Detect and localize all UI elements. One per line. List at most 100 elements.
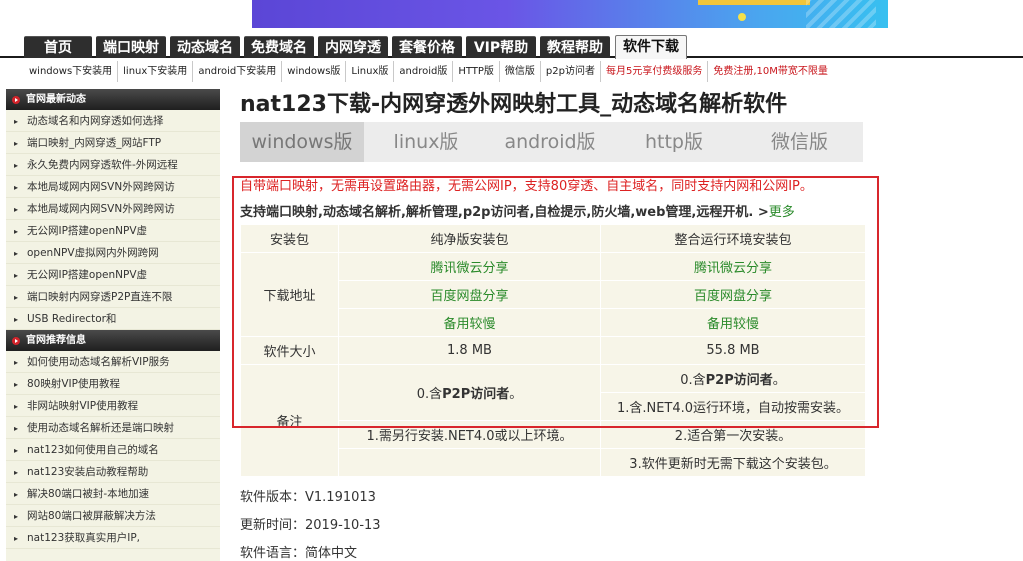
note-integrated-3: 3.软件更新时无需下载这个安装包。 — [600, 448, 866, 477]
sidebar-item[interactable]: ▸ 端口映射内网穿透P2P直连不限 — [6, 286, 220, 308]
sidebar: 官网最新动态 ▸ 动态域名和内网穿透如何选择 ▸ 端口映射_内网穿透_网站FTP ▸… — [6, 89, 220, 561]
nav-tab-ddns[interactable]: 动态域名 — [170, 36, 240, 58]
caret-right-icon: ▸ — [14, 402, 19, 411]
caret-right-icon: ▸ — [14, 380, 19, 389]
sidebar-item-label: 本地局域网内网SVN外网跨网访 — [27, 181, 175, 193]
sidebar-item[interactable]: ▸ nat123获取真实用户IP, — [6, 527, 220, 549]
nav-tab-tutorial[interactable]: 教程帮助 — [540, 36, 610, 58]
caret-right-icon: ▸ — [14, 490, 19, 499]
sidebar-item[interactable]: ▸ 解决80端口被封-本地加速 — [6, 483, 220, 505]
sidebar-item[interactable]: ▸ nat123如何使用自己的域名 — [6, 439, 220, 461]
caret-right-icon: ▸ — [14, 249, 19, 258]
sidebar-item[interactable]: ▸ openNPV虚拟网内外网跨网 — [6, 242, 220, 264]
nav-tab-intranet[interactable]: 内网穿透 — [318, 36, 388, 58]
sidebar-item[interactable]: ▸ 端口映射_内网穿透_网站FTP — [6, 132, 220, 154]
version-tab-http[interactable]: http版 — [612, 122, 736, 162]
sidebar-item[interactable]: ▸ 永久免费内网穿透软件-外网远程 — [6, 154, 220, 176]
sidebar-item-label: 动态域名和内网穿透如何选择 — [27, 115, 164, 127]
subnav-free-register[interactable]: 免费注册,10M带宽不限量 — [708, 61, 833, 82]
sidebar-item[interactable]: ▸ 非网站映射VIP使用教程 — [6, 395, 220, 417]
subnav-paid-service[interactable]: 每月5元享付费级服务 — [601, 61, 709, 82]
sidebar-item-label: 非网站映射VIP使用教程 — [27, 400, 139, 412]
highlight-box — [232, 176, 879, 428]
version-tabs: windows版 linux版 android版 http版 微信版 — [240, 122, 863, 162]
arrow-bullet-icon — [12, 95, 20, 104]
caret-right-icon: ▸ — [14, 227, 19, 236]
sidebar-item[interactable]: ▸ USB Redirector和 — [6, 308, 220, 330]
subnav-linux-install[interactable]: linux下安装用 — [118, 61, 194, 82]
caret-right-icon: ▸ — [14, 358, 19, 367]
nav-tab-port-mapping[interactable]: 端口映射 — [96, 36, 166, 58]
subnav-windows-install[interactable]: windows下安装用 — [24, 61, 119, 82]
subnav-windows[interactable]: windows版 — [282, 61, 347, 82]
caret-right-icon: ▸ — [14, 534, 19, 543]
banner-decoration — [806, 0, 876, 28]
software-version: 软件版本：V1.191013 — [240, 490, 376, 505]
sidebar-item[interactable]: ▸ nat123安装启动教程帮助 — [6, 461, 220, 483]
subnav-linux[interactable]: Linux版 — [346, 61, 395, 82]
caret-right-icon: ▸ — [14, 183, 19, 192]
nav-tab-vip-help[interactable]: VIP帮助 — [466, 36, 536, 58]
sidebar-item[interactable]: ▸ 无公网IP搭建openNPV虚 — [6, 264, 220, 286]
update-time: 更新时间：2019-10-13 — [240, 518, 381, 533]
sidebar-item[interactable]: ▸ 80映射VIP使用教程 — [6, 373, 220, 395]
sidebar-section-title: 官网最新动态 — [26, 94, 86, 105]
sidebar-item-label: 无公网IP搭建openNPV虚 — [27, 269, 148, 281]
caret-right-icon: ▸ — [14, 315, 19, 324]
sidebar-item[interactable]: ▸ 无公网IP搭建openNPV虚 — [6, 220, 220, 242]
sidebar-item-label: 端口映射内网穿透P2P直连不限 — [27, 291, 173, 303]
subnav-wechat[interactable]: 微信版 — [500, 61, 541, 82]
subnav-android-install[interactable]: android下安装用 — [193, 61, 283, 82]
caret-right-icon: ▸ — [14, 117, 19, 126]
sidebar-section-latest: 官网最新动态 — [6, 89, 220, 110]
sidebar-item-label: nat123获取真实用户IP, — [27, 532, 141, 544]
top-banner-image[interactable] — [252, 0, 888, 28]
caret-right-icon: ▸ — [14, 424, 19, 433]
nav-tab-download[interactable]: 软件下载 — [615, 35, 687, 59]
caret-right-icon: ▸ — [14, 293, 19, 302]
version-tab-wechat[interactable]: 微信版 — [736, 122, 863, 162]
sidebar-item[interactable]: ▸ 网站80端口被屏蔽解决方法 — [6, 505, 220, 527]
nav-tab-home[interactable]: 首页 — [24, 36, 92, 58]
sidebar-section-recommended: 官网推荐信息 — [6, 330, 220, 351]
sidebar-item[interactable]: ▸ 如何使用动态域名解析VIP服务 — [6, 351, 220, 373]
sidebar-item-label: USB Redirector和 — [27, 313, 117, 325]
sidebar-item-label: nat123如何使用自己的域名 — [27, 444, 159, 456]
banner-dot — [738, 13, 746, 21]
sidebar-item-label: nat123安装启动教程帮助 — [27, 466, 149, 478]
subnav-p2p[interactable]: p2p访问者 — [541, 61, 601, 82]
sidebar-item-label: 端口映射_内网穿透_网站FTP — [27, 137, 162, 149]
sidebar-item-label: 解决80端口被封-本地加速 — [27, 488, 150, 500]
sub-navigation: windows下安装用 linux下安装用 android下安装用 window… — [24, 61, 833, 82]
caret-right-icon: ▸ — [14, 271, 19, 280]
sidebar-item[interactable]: ▸ 使用动态域名解析还是端口映射 — [6, 417, 220, 439]
caret-right-icon: ▸ — [14, 446, 19, 455]
main-navigation: 首页 端口映射 动态域名 免费域名 内网穿透 套餐价格 VIP帮助 教程帮助 软… — [0, 34, 1023, 59]
sidebar-item-label: 本地局域网内网SVN外网跨网访 — [27, 203, 175, 215]
version-tab-linux[interactable]: linux版 — [364, 122, 488, 162]
version-tab-android[interactable]: android版 — [488, 122, 612, 162]
sidebar-item-label: 网站80端口被屏蔽解决方法 — [27, 510, 156, 522]
caret-right-icon: ▸ — [14, 161, 19, 170]
sidebar-item-label: 无公网IP搭建openNPV虚 — [27, 225, 148, 237]
table-cell — [338, 448, 601, 477]
nav-tab-free-domain[interactable]: 免费域名 — [244, 36, 314, 58]
caret-right-icon: ▸ — [14, 205, 19, 214]
subnav-http[interactable]: HTTP版 — [453, 61, 500, 82]
nav-tab-pricing[interactable]: 套餐价格 — [392, 36, 462, 58]
sidebar-item-label: 使用动态域名解析还是端口映射 — [27, 422, 174, 434]
sidebar-item[interactable]: ▸ 动态域名和内网穿透如何选择 — [6, 110, 220, 132]
sidebar-item-label: 永久免费内网穿透软件-外网远程 — [27, 159, 178, 171]
sidebar-item[interactable]: ▸ 本地局域网内网SVN外网跨网访 — [6, 198, 220, 220]
page-title: nat123下载-内网穿透外网映射工具_动态域名解析软件 — [240, 92, 788, 117]
subnav-android[interactable]: android版 — [394, 61, 454, 82]
caret-right-icon: ▸ — [14, 512, 19, 521]
sidebar-item[interactable]: ▸ 本地局域网内网SVN外网跨网访 — [6, 176, 220, 198]
sidebar-item-label: 80映射VIP使用教程 — [27, 378, 120, 390]
sidebar-section-title: 官网推荐信息 — [26, 335, 86, 346]
version-tab-windows[interactable]: windows版 — [240, 122, 364, 162]
sidebar-item-label: openNPV虚拟网内外网跨网 — [27, 247, 159, 259]
sidebar-item-label: 如何使用动态域名解析VIP服务 — [27, 356, 170, 368]
caret-right-icon: ▸ — [14, 468, 19, 477]
arrow-bullet-icon — [12, 336, 20, 345]
